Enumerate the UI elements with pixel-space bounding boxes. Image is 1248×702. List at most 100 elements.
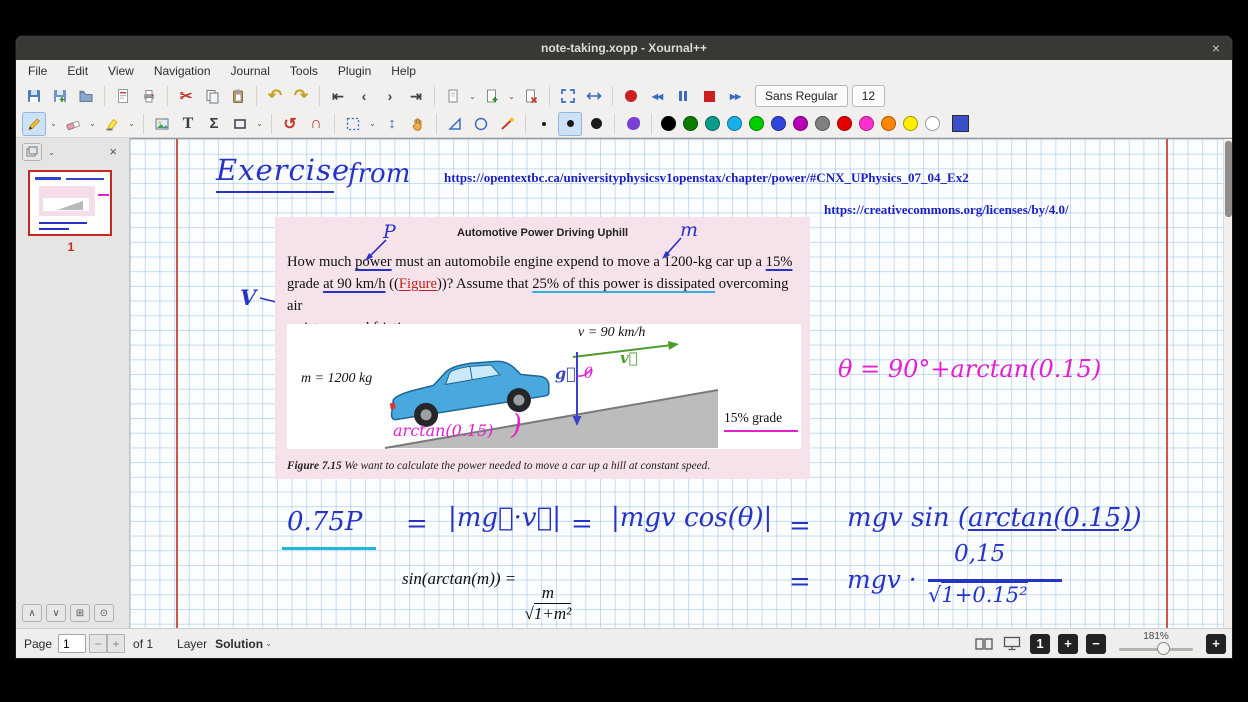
forward-button[interactable]: ▶▶ (723, 84, 747, 108)
add-page-button[interactable] (480, 84, 504, 108)
ruler-tool-button[interactable] (443, 112, 467, 136)
page-decrement-button[interactable]: − (89, 634, 107, 653)
pen-tool-button[interactable] (22, 112, 46, 136)
color-swatch-orange[interactable] (881, 116, 896, 131)
first-page-button[interactable]: ⇤ (326, 84, 350, 108)
highlighter-options-dropdown[interactable]: ⌄ (126, 112, 137, 136)
menu-plugin[interactable]: Plugin (338, 64, 371, 78)
fill-toggle-button[interactable] (621, 112, 645, 136)
shape-tool-button[interactable] (228, 112, 252, 136)
license-url-link[interactable]: https://creativecommons.org/licenses/by/… (824, 202, 1069, 218)
spline-tool-button[interactable] (495, 112, 519, 136)
zoom-slider[interactable] (1119, 642, 1193, 657)
color-swatch-gray[interactable] (815, 116, 830, 131)
eraser-options-dropdown[interactable]: ⌄ (87, 112, 98, 136)
color-swatch-white[interactable] (925, 116, 940, 131)
eraser-tool-button[interactable] (61, 112, 85, 136)
sidebar-focus-button[interactable]: ⊙ (94, 604, 114, 622)
titlebar[interactable]: note-taking.xopp - Xournal++ × (16, 36, 1232, 60)
menu-tools[interactable]: Tools (290, 64, 318, 78)
save-as-button[interactable] (48, 84, 72, 108)
tex-tool-button[interactable]: Σ (202, 112, 226, 136)
zoom-in-button[interactable]: + (1206, 634, 1226, 654)
color-swatch-yellow[interactable] (903, 116, 918, 131)
ellipse-tool-button[interactable] (469, 112, 493, 136)
sidebar-up-button[interactable]: ∧ (22, 604, 42, 622)
print-button[interactable] (137, 84, 161, 108)
fullscreen-button[interactable] (582, 84, 606, 108)
menu-navigation[interactable]: Navigation (154, 64, 211, 78)
presentation-mode-button[interactable] (1002, 634, 1022, 654)
color-swatch-blue[interactable] (771, 116, 786, 131)
color-swatch-black[interactable] (661, 116, 676, 131)
thickness-medium-button[interactable] (558, 112, 582, 136)
preview-pane-close-button[interactable]: × (109, 144, 117, 159)
undo-button[interactable]: ↶ (263, 84, 287, 108)
document-canvas[interactable]: Exercise from https://opentextbc.ca/univ… (130, 138, 1232, 628)
record-audio-button[interactable] (619, 84, 643, 108)
preview-pane-dropdown[interactable]: ⌄ (46, 143, 57, 161)
menu-edit[interactable]: Edit (67, 64, 88, 78)
source-url-link[interactable]: https://opentextbc.ca/universityphysicsv… (444, 170, 969, 186)
sidebar-duplicate-button[interactable]: ⊞ (70, 604, 90, 622)
pause-button[interactable] (671, 84, 695, 108)
last-page-button[interactable]: ⇥ (404, 84, 428, 108)
zoom-slider-thumb[interactable] (1157, 642, 1170, 655)
layer-dropdown[interactable]: ⌄ (263, 635, 274, 653)
cut-button[interactable]: ✂ (174, 84, 198, 108)
thickness-fine-button[interactable] (532, 112, 556, 136)
font-size-button[interactable]: 12 (852, 85, 885, 107)
layer-selector[interactable]: Solution (215, 637, 263, 651)
color-swatch-purple[interactable] (793, 116, 808, 131)
sidebar-down-button[interactable]: ∨ (46, 604, 66, 622)
vertical-scrollbar[interactable] (1223, 139, 1232, 628)
color-swatch-teal[interactable] (705, 116, 720, 131)
color-swatch-green[interactable] (749, 116, 764, 131)
open-button[interactable] (74, 84, 98, 108)
preview-pane-menu-button[interactable] (22, 143, 42, 161)
hand-tool-button[interactable] (406, 112, 430, 136)
goto-page-dropdown[interactable]: ⌄ (467, 84, 478, 108)
menu-file[interactable]: File (28, 64, 47, 78)
thickness-thick-button[interactable] (584, 112, 608, 136)
shape-recognizer-button[interactable]: ↺ (278, 112, 302, 136)
highlighter-tool-button[interactable] (100, 112, 124, 136)
zoom-fit-button[interactable] (556, 84, 580, 108)
delete-page-button[interactable] (519, 84, 543, 108)
redo-button[interactable]: ↷ (289, 84, 313, 108)
window-close-button[interactable]: × (1212, 40, 1220, 56)
stop-button[interactable] (697, 84, 721, 108)
dual-page-view-button[interactable] (974, 634, 994, 654)
zoom-out-button[interactable]: − (1086, 634, 1106, 654)
paste-button[interactable] (226, 84, 250, 108)
current-color-indicator[interactable] (952, 115, 969, 132)
goto-page-button[interactable] (441, 84, 465, 108)
vertical-space-tool-button[interactable]: ↕ (380, 112, 404, 136)
select-options-dropdown[interactable]: ⌄ (367, 112, 378, 136)
figure-link[interactable]: Figure (399, 276, 437, 292)
export-pdf-button[interactable] (111, 84, 135, 108)
copy-button[interactable] (200, 84, 224, 108)
add-page-dropdown[interactable]: ⌄ (506, 84, 517, 108)
shape-options-dropdown[interactable]: ⌄ (254, 112, 265, 136)
snap-button[interactable]: ∩ (304, 112, 328, 136)
save-button[interactable] (22, 84, 46, 108)
zoom-fit-page-button[interactable]: + (1058, 634, 1078, 654)
color-swatch-cyan[interactable] (727, 116, 742, 131)
rewind-button[interactable]: ◀◀ (645, 84, 669, 108)
color-swatch-red[interactable] (837, 116, 852, 131)
page-increment-button[interactable]: + (107, 634, 125, 653)
previous-page-button[interactable]: ‹ (352, 84, 376, 108)
color-swatch-magenta[interactable] (859, 116, 874, 131)
image-tool-button[interactable] (150, 112, 174, 136)
menu-help[interactable]: Help (391, 64, 416, 78)
text-tool-button[interactable]: T (176, 112, 200, 136)
zoom-original-button[interactable]: 1 (1030, 634, 1050, 654)
menu-journal[interactable]: Journal (231, 64, 270, 78)
pen-options-dropdown[interactable]: ⌄ (48, 112, 59, 136)
font-button[interactable]: Sans Regular (755, 85, 848, 107)
page-number-input[interactable] (58, 634, 86, 653)
select-rect-tool-button[interactable] (341, 112, 365, 136)
vertical-scrollbar-thumb[interactable] (1225, 141, 1232, 217)
page-thumbnail[interactable] (28, 170, 112, 236)
